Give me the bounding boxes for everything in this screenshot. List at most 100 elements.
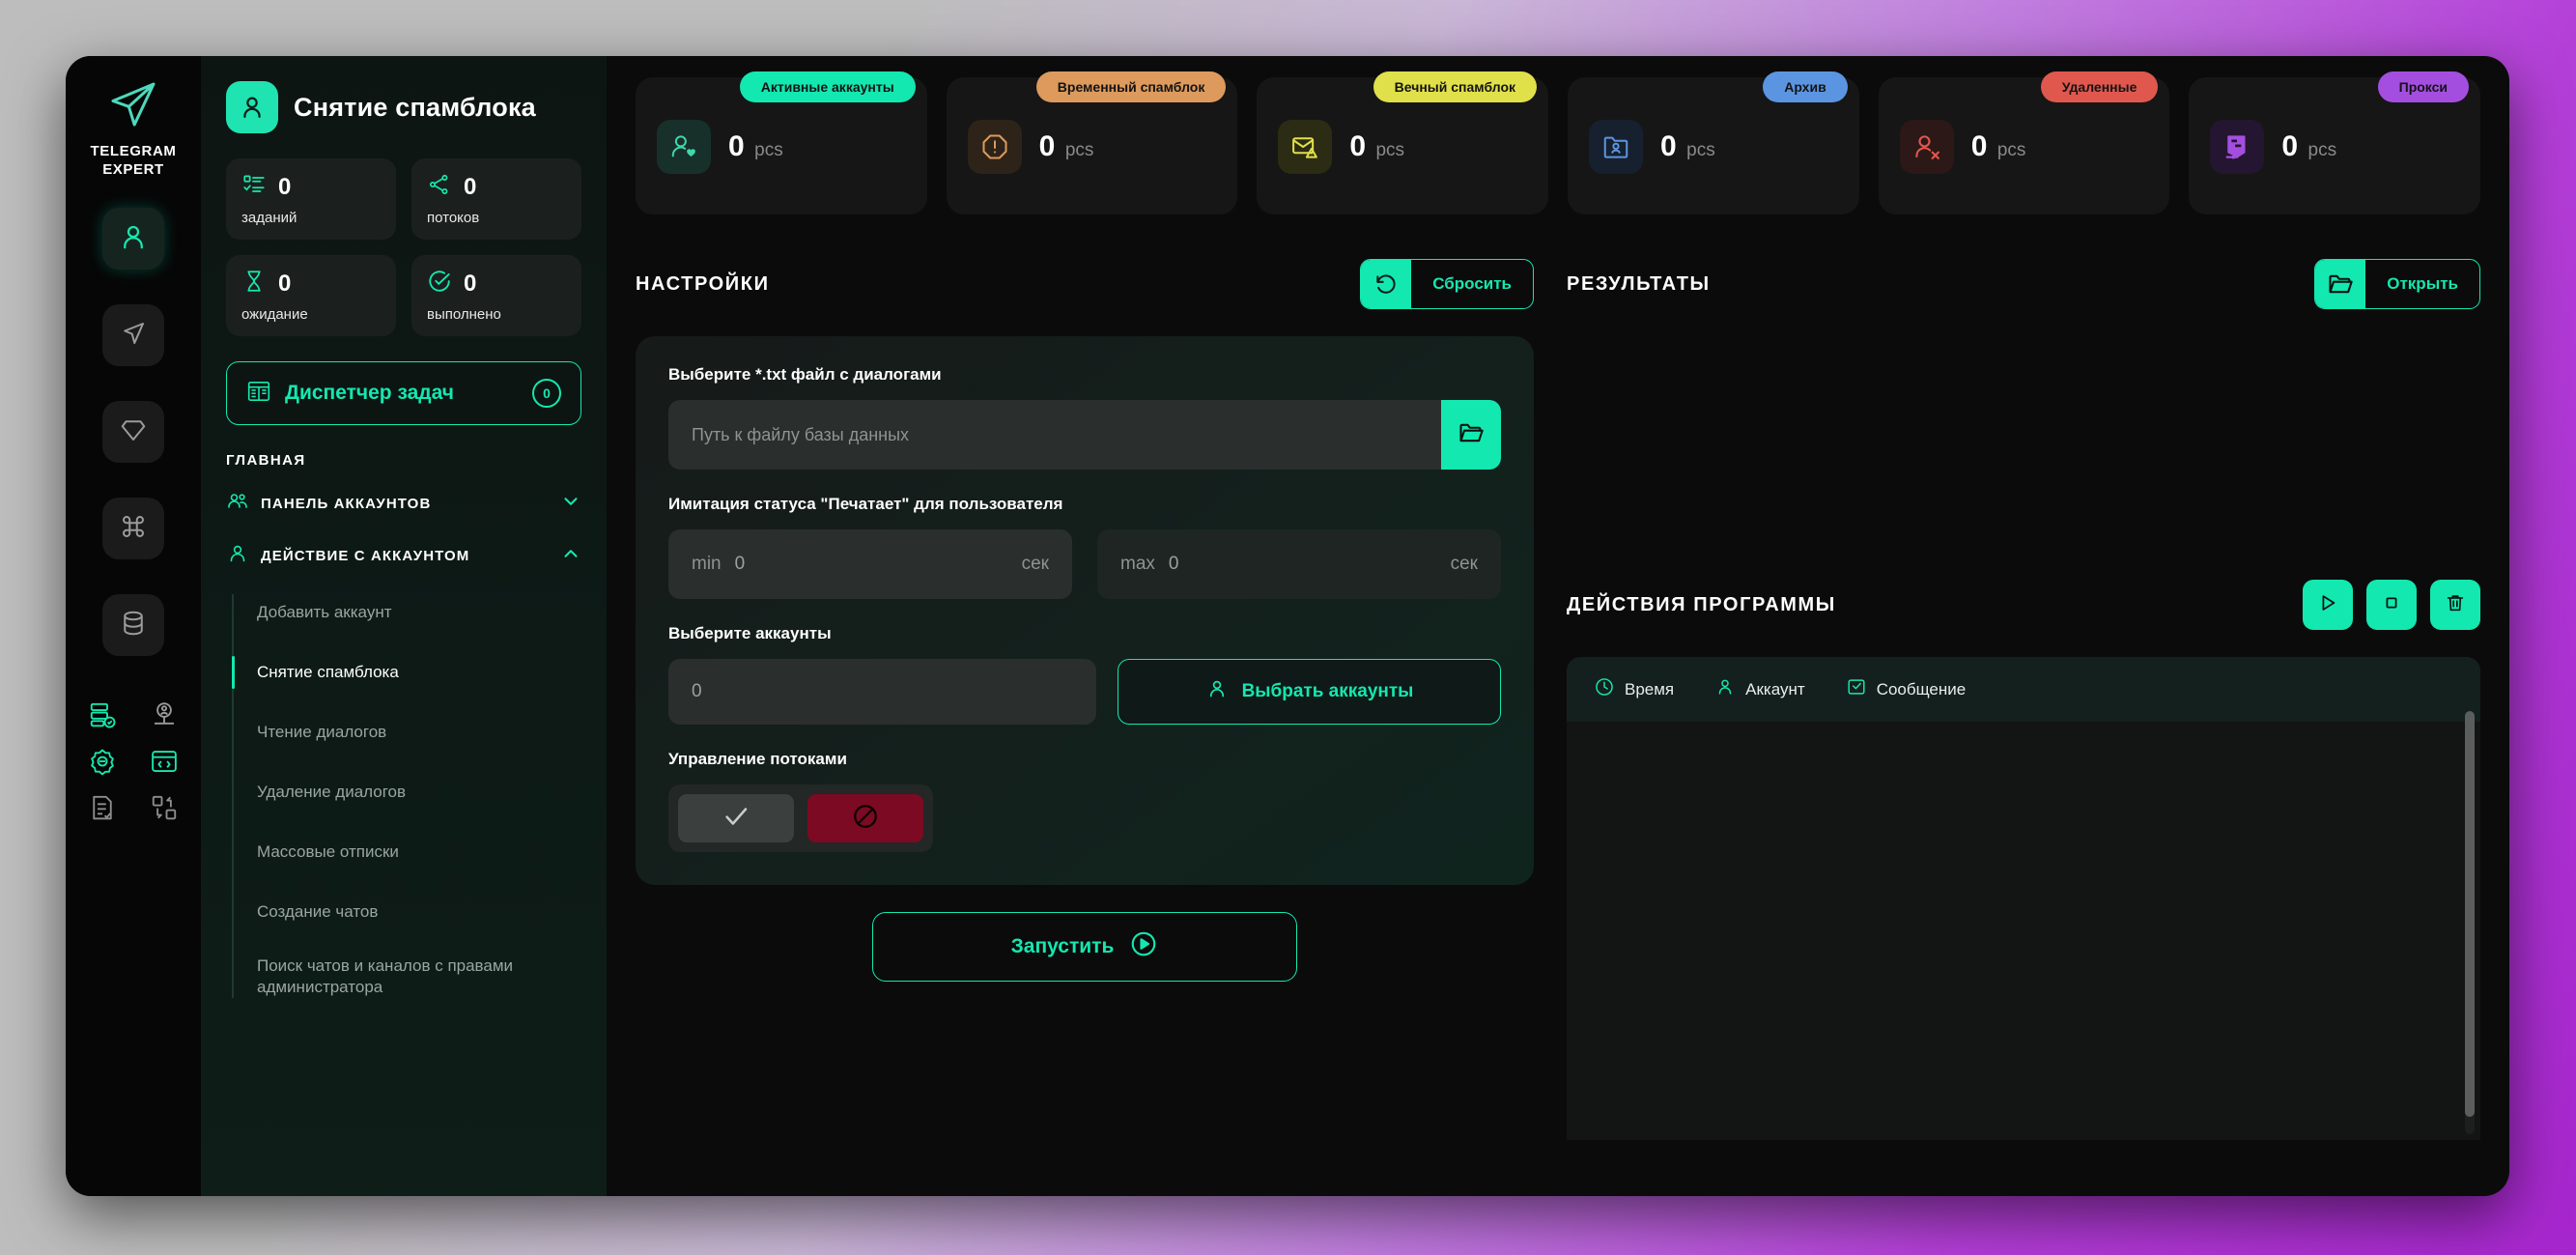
typing-min-input[interactable] [734,554,1022,575]
run-row: Запустить [636,912,1534,982]
sidebar-item-mass-unsubscribe[interactable]: Массовые отписки [234,834,581,870]
status-badge: Активные аккаунты [739,71,916,102]
results-column: РЕЗУЛЬТАТЫ Открыть ДЕЙСТВИЯ ПРОГРАММЫ Вр… [1567,257,2480,1140]
clear-log-button[interactable] [2430,580,2480,630]
user-network-icon[interactable] [150,700,179,729]
sidebar-item-read-dialogs[interactable]: Чтение диалогов [234,714,581,751]
stat-card-value: 0 [2281,130,2299,162]
select-accounts-button[interactable]: Выбрать аккаунты [1118,659,1501,725]
stat-card-active-accounts[interactable]: Активные аккаунты 0 pcs [636,71,927,214]
accounts-row: Выбрать аккаунты [668,659,1501,725]
sidebar-item-create-chats[interactable]: Создание чатов [234,894,581,930]
code-window-icon[interactable] [150,747,179,776]
rail-item-premium[interactable] [102,401,164,464]
stop-log-button[interactable] [2366,580,2417,630]
sidebar-item-spamblock-removal[interactable]: Снятие спамблока [232,654,581,691]
paper-plane-icon [106,77,160,136]
reset-button-label: Сбросить [1432,274,1512,293]
gear-settings-icon[interactable] [88,747,117,776]
results-title: РЕЗУЛЬТАТЫ [1567,272,1711,295]
nav-group-accounts-panel[interactable]: ПАНЕЛЬ АККАУНТОВ [226,490,581,517]
status-badge: Временный спамблок [1035,71,1227,102]
chevron-up-icon [560,543,581,568]
dispatcher-badge: 0 [532,379,561,408]
max-suffix: сек [1450,554,1478,574]
select-accounts-label: Выбрать аккаунты [1241,681,1414,701]
reset-button[interactable]: Сбросить [1360,259,1534,309]
document-check-icon[interactable] [88,793,117,822]
stat-card-unit: pcs [2307,140,2337,160]
nav-sublist: Добавить аккаунт Снятие спамблока Чтение… [232,594,581,999]
typing-min-field[interactable]: min сек [668,529,1072,599]
sidebar-item-search-admin-chats[interactable]: Поиск чатов и каналов с правами админист… [234,954,581,998]
threads-confirm-button[interactable] [678,794,794,842]
stat-label: выполнено [427,306,501,323]
stat-card-unit: pcs [754,140,783,160]
rail-item-database[interactable] [102,594,164,657]
threads-stop-button[interactable] [807,794,923,842]
log-scrollbar[interactable] [2465,711,2475,1134]
stat-value: 0 [278,173,292,200]
status-badge: Архив [1763,71,1848,102]
server-check-icon[interactable] [88,700,117,729]
sidebar-item-add-account[interactable]: Добавить аккаунт [234,594,581,631]
task-dispatcher-button[interactable]: Диспетчер задач 0 [226,361,581,425]
nav-section-title: ГЛАВНАЯ [226,452,306,469]
play-icon [2317,592,2338,618]
rail-item-command[interactable] [102,498,164,560]
brand-line-1: TELEGRAM [90,143,177,159]
log-column-label: Сообщение [1876,679,1967,699]
status-badge: Вечный спамблок [1373,71,1538,102]
stat-card-unit: pcs [1064,140,1094,160]
file-field-label: Выберите *.txt файл с диалогами [668,365,942,384]
typing-max-input[interactable] [1168,554,1451,575]
transfer-icon[interactable] [150,793,179,822]
typing-max-field[interactable]: max сек [1097,529,1501,599]
command-icon [119,512,148,546]
folder-user-icon [1589,120,1644,174]
open-results-label: Открыть [2387,274,2458,293]
start-log-button[interactable] [2303,580,2353,630]
nav-group-label: ДЕЙСТВИЕ С АККАУНТОМ [261,547,470,564]
stat-card-deleted[interactable]: Удаленные 0 pcs [1878,71,2170,214]
message-check-icon [1846,676,1867,702]
stat-value: 0 [278,270,292,297]
user-icon [226,542,249,569]
stat-box-waiting: 0 ожидание [226,255,396,336]
stat-card-permanent-spamblock[interactable]: Вечный спамблок 0 pcs [1257,71,1549,214]
stat-box-threads: 0 потоков [411,158,581,240]
rail-item-send[interactable] [102,304,164,367]
check-icon [722,802,750,836]
file-path-row [668,400,1501,470]
accounts-count-input[interactable] [668,659,1096,725]
check-circle-icon [427,269,452,299]
stat-card-value: 0 [1038,130,1056,162]
threads-control [668,784,933,852]
user-icon [1714,676,1736,702]
run-button[interactable]: Запустить [872,912,1297,982]
stat-card-archive[interactable]: Архив 0 pcs [1568,71,1859,214]
database-icon [119,609,148,642]
sidebar-item-delete-dialogs[interactable]: Удаление диалогов [234,774,581,811]
stat-card-value: 0 [1349,130,1367,162]
file-path-input[interactable] [668,400,1441,470]
browse-file-button[interactable] [1441,400,1501,470]
undo-icon [1361,260,1412,308]
brand-name: TELEGRAM EXPERT [91,142,177,179]
nav-group-account-action[interactable]: ДЕЙСТВИЕ С АККАУНТОМ [226,542,581,569]
log-column-label: Время [1625,679,1675,699]
log-scrollbar-thumb[interactable] [2465,711,2475,1118]
stat-box-tasks: 0 заданий [226,158,396,240]
stat-label: ожидание [241,306,308,323]
stat-card-value: 0 [728,130,745,162]
stat-card-temp-spamblock[interactable]: Временный спамблок 0 pcs [946,71,1238,214]
stat-value: 0 [464,173,477,200]
stat-card-proxy[interactable]: Прокси 0 pcs [2189,71,2481,214]
results-body [1567,336,2480,578]
users-icon [226,490,249,517]
open-results-button[interactable]: Открыть [2314,259,2480,309]
rail-item-user[interactable] [102,208,164,271]
program-actions-header: ДЕЙСТВИЯ ПРОГРАММЫ [1567,578,2480,632]
user-icon [1205,677,1229,706]
stat-cards-row: Активные аккаунты 0 pcs Временный спамбл… [636,71,2481,214]
